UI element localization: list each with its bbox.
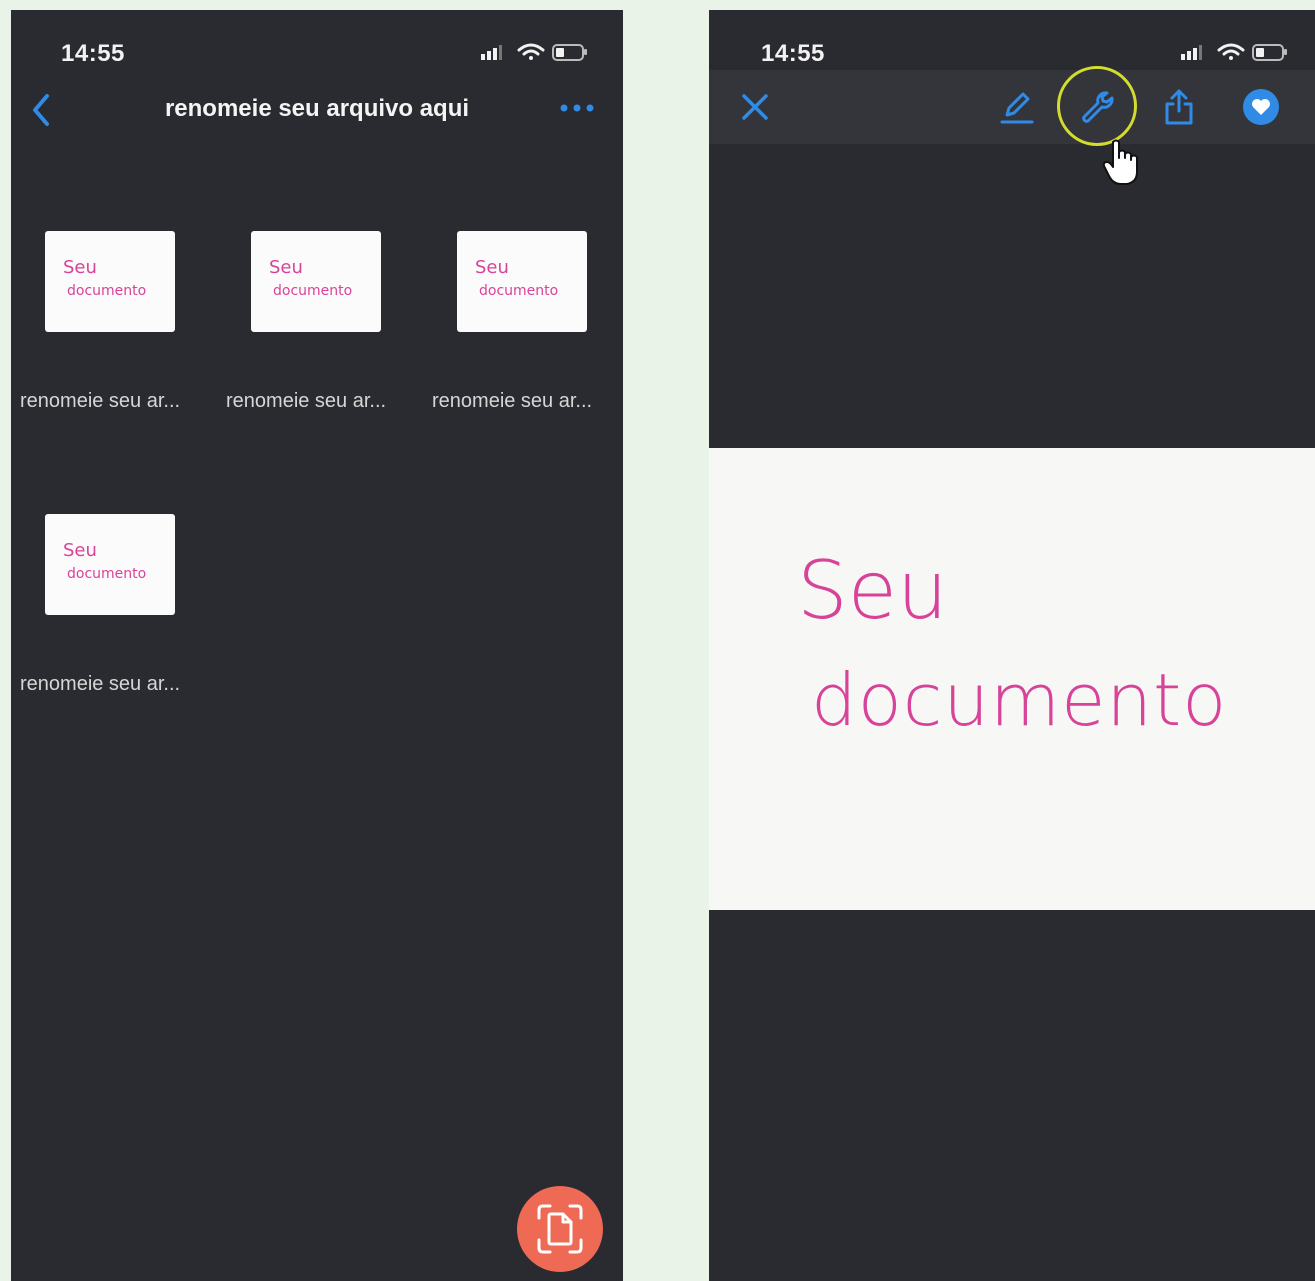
svg-text:Seu: Seu [63,540,97,561]
close-icon[interactable] [735,87,775,127]
status-icons [1179,38,1289,68]
file-list-screen: 14:55 renomeie seu arquivo aqui Seu docu… [11,10,623,1281]
scanned-document-page: Seu documento [709,448,1315,910]
wifi-icon [1217,43,1245,60]
file-thumbnail: Seu documento [251,231,381,332]
document-scan-icon [537,1204,583,1254]
battery-icon [552,44,587,61]
file-name: renomeie seu ar... [226,390,387,412]
file-name: renomeie seu ar... [20,673,181,695]
svg-text:Seu: Seu [63,257,97,278]
svg-text:Seu: Seu [475,257,509,278]
hand-pointer-icon [1101,138,1145,188]
signal-icon [1181,45,1202,60]
scan-document-button[interactable] [517,1186,603,1272]
viewer-toolbar [709,70,1315,144]
ellipsis-icon[interactable] [559,100,595,116]
page-title: renomeie seu arquivo aqui [164,95,470,122]
status-time: 14:55 [761,40,825,67]
share-icon[interactable] [1159,87,1199,127]
file-name: renomeie seu ar... [432,390,593,412]
svg-text:documento: documento [67,283,146,299]
svg-text:documento: documento [67,566,146,582]
file-thumbnail: Seu documento [45,231,175,332]
wifi-icon [517,43,545,60]
battery-icon [1252,44,1287,61]
signal-icon [481,45,502,60]
tap-highlight-ring [1057,66,1137,146]
file-name: renomeie seu ar... [20,390,181,412]
document-text-line: documento [811,658,1228,742]
pencil-icon[interactable] [997,87,1037,127]
document-text-line: Seu [797,544,948,637]
file-thumbnail: Seu documento [457,231,587,332]
svg-text:documento: documento [273,283,352,299]
status-icons [479,38,589,68]
heart-icon[interactable] [1241,87,1281,127]
status-time: 14:55 [61,40,125,67]
svg-text:documento: documento [479,283,558,299]
document-viewer-screen: 14:55 Seu documento [709,10,1315,1281]
svg-text:Seu: Seu [269,257,303,278]
file-thumbnail: Seu documento [45,514,175,615]
